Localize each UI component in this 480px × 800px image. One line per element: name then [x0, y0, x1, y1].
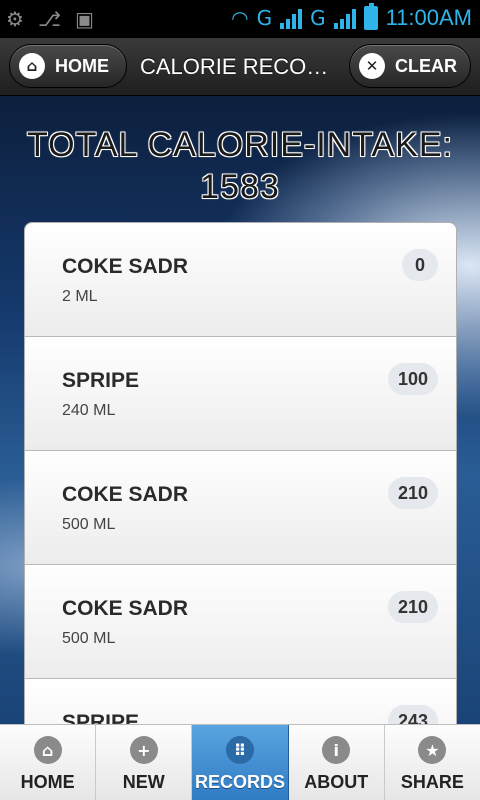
tab-records[interactable]: ⠿ RECORDS: [192, 725, 289, 800]
tab-label: SHARE: [400, 772, 464, 792]
image-icon: ▣: [74, 7, 94, 31]
plus-icon: +: [129, 736, 158, 764]
record-name: COKE SADR: [62, 255, 189, 278]
tab-label: HOME: [20, 772, 75, 792]
status-bar: ⚙ ⎇ ▣ ◠ G G 11:00AM: [0, 0, 480, 38]
battery-icon: [363, 3, 378, 30]
record-quantity: 2 ML: [62, 288, 98, 305]
signal-icon: [280, 7, 303, 29]
calorie-count-badge: 100: [387, 363, 438, 395]
list-item[interactable]: COKE SADR 500 ML 210: [25, 451, 456, 565]
calorie-count-badge: 210: [387, 591, 438, 623]
grid-icon: ⠿: [226, 736, 254, 764]
record-name: COKE SADR: [62, 483, 189, 506]
signal-icon: [333, 7, 356, 29]
list-item[interactable]: COKE SADR 2 ML 0: [25, 223, 456, 337]
list-item[interactable]: SPRIPE 240 ML 100: [25, 337, 456, 451]
tab-new[interactable]: + NEW: [96, 725, 193, 800]
home-icon: ⌂: [19, 53, 45, 79]
calorie-count-badge: 210: [387, 477, 438, 509]
record-quantity: 500 ML: [62, 516, 116, 533]
status-bar-system: ◠ G G 11:00AM: [231, 3, 472, 32]
record-quantity: 500 ML: [62, 630, 116, 647]
star-icon: ★: [418, 736, 447, 764]
clock: 11:00AM: [385, 5, 472, 30]
total-label: TOTAL CALORIE-INTAKE:: [27, 126, 453, 164]
calorie-count-badge: 0: [402, 249, 438, 281]
usb-icon: ⎇: [37, 7, 61, 31]
total-value: 1583: [200, 168, 280, 206]
tab-about[interactable]: i ABOUT: [288, 725, 385, 800]
close-icon: ✕: [359, 53, 385, 79]
tab-home[interactable]: ⌂ HOME: [0, 725, 97, 800]
header-bar: ⌂ HOME CALORIE RECORDS ✕ CLEAR: [0, 38, 480, 96]
home-button-label: HOME: [55, 55, 109, 76]
wifi-icon: ◠: [231, 6, 249, 30]
page-title: CALORIE RECORDS: [140, 54, 340, 79]
android-debug-icon: ⚙: [6, 7, 24, 31]
network-type-2: G: [310, 6, 326, 30]
network-type-1: G: [256, 6, 273, 30]
home-icon: ⌂: [33, 736, 62, 764]
records-list: COKE SADR 2 ML 0 SPRIPE 240 ML 100 COKE …: [24, 222, 457, 794]
status-bar-notifications: ⚙ ⎇ ▣: [6, 6, 94, 32]
record-quantity: 240 ML: [62, 402, 116, 419]
tab-share[interactable]: ★ SHARE: [384, 725, 480, 800]
home-button[interactable]: ⌂ HOME: [9, 44, 127, 88]
clear-button[interactable]: ✕ CLEAR: [349, 44, 471, 88]
tab-label: RECORDS: [195, 772, 286, 792]
bottom-navbar: ⌂ HOME + NEW ⠿ RECORDS i ABOUT ★ SHARE: [0, 724, 480, 800]
record-name: SPRIPE: [62, 369, 140, 392]
info-icon: i: [322, 736, 351, 764]
clear-button-label: CLEAR: [395, 55, 457, 76]
total-calorie-intake: TOTAL CALORIE-INTAKE: 1583: [0, 124, 480, 208]
tab-label: ABOUT: [304, 772, 369, 792]
list-item[interactable]: COKE SADR 500 ML 210: [25, 565, 456, 679]
tab-label: NEW: [122, 772, 165, 792]
record-name: COKE SADR: [62, 597, 189, 620]
